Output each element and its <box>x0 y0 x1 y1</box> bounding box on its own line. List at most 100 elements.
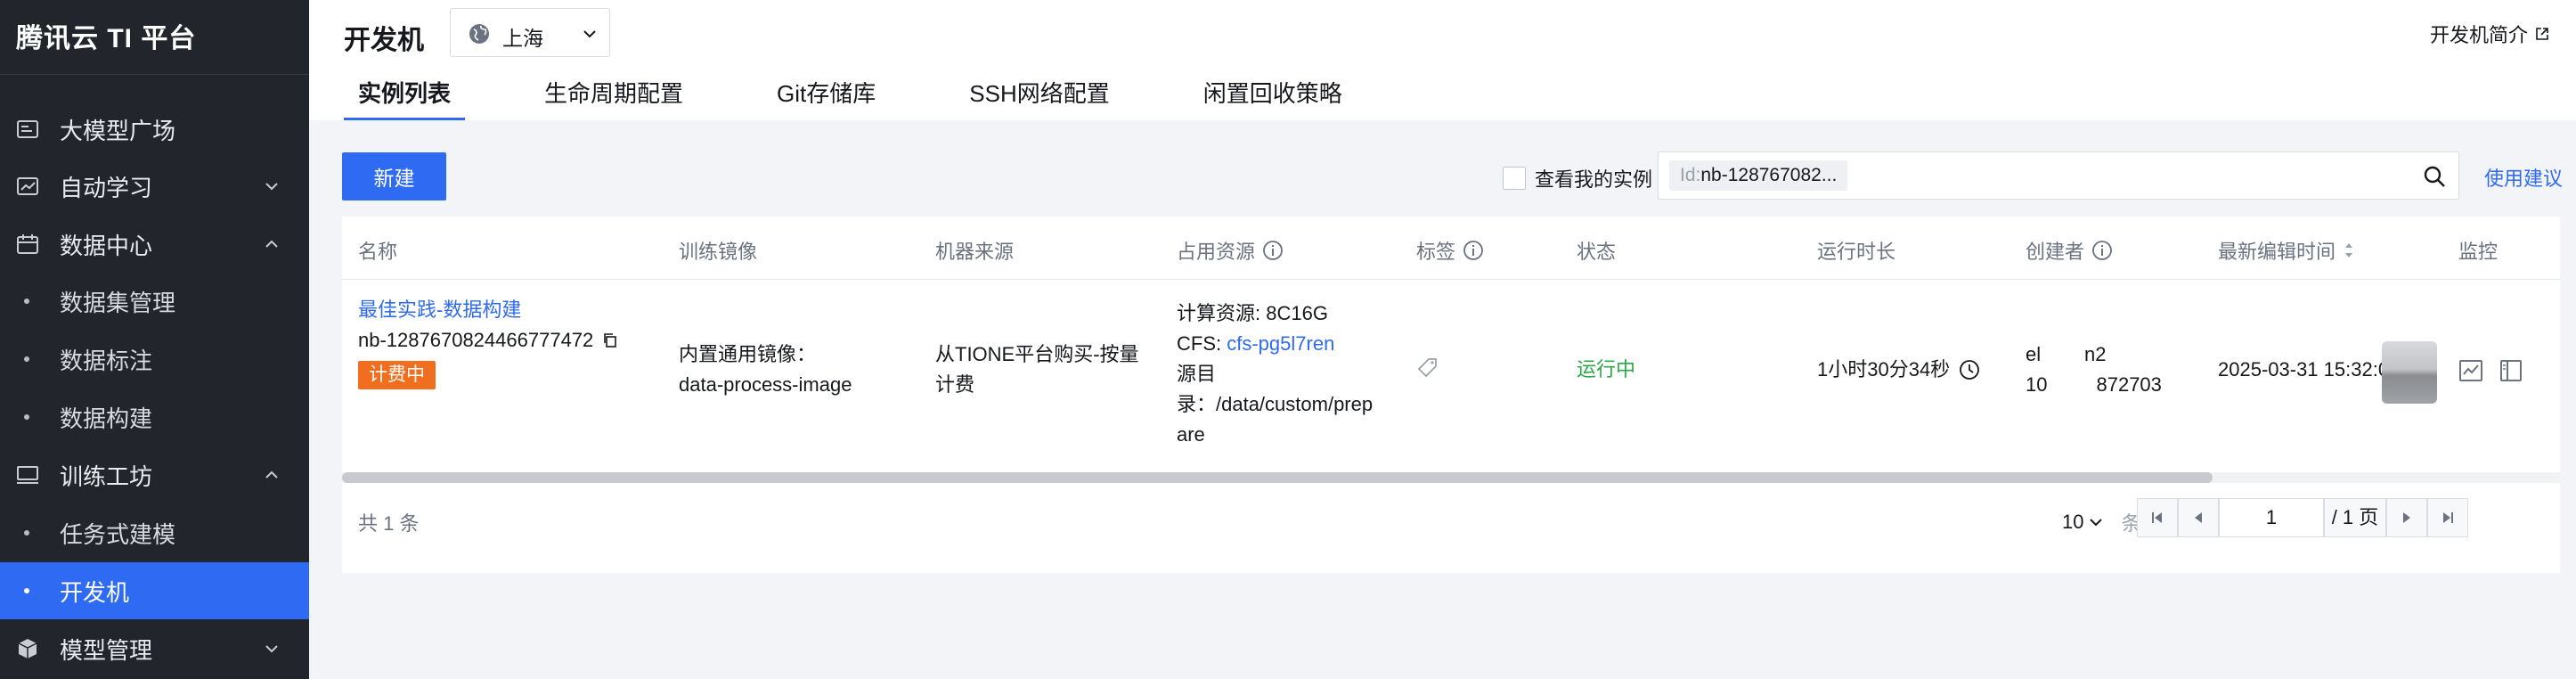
column-header-source: 机器来源 <box>935 236 1014 265</box>
column-header-last-edit[interactable]: 最新编辑时间 <box>2218 236 2355 265</box>
monitor-chart-icon[interactable] <box>2458 358 2483 383</box>
tab-lifecycle-config[interactable]: 生命周期配置 <box>530 78 697 120</box>
info-icon[interactable] <box>1262 240 1284 261</box>
tags-cell <box>1416 356 1439 389</box>
creator-line: 10 872703 <box>2026 373 2162 396</box>
chevron-up-icon <box>265 470 278 479</box>
chevron-down-icon <box>265 645 278 653</box>
sort-icon[interactable] <box>2343 241 2355 259</box>
sidebar-item-label: 训练工坊 <box>60 462 153 490</box>
cfs-link[interactable]: cfs-pg5l7ren <box>1227 332 1334 355</box>
redacted-avatar-overlay <box>2382 341 2437 404</box>
first-page-button[interactable] <box>2137 498 2178 537</box>
column-header-label: 创建者 <box>2026 241 2085 263</box>
search-input[interactable]: Id:nb-128767082... <box>1658 151 2459 200</box>
page-number-input[interactable]: 1 <box>2219 498 2324 537</box>
instance-id: nb-1287670824466777472 <box>358 329 594 351</box>
intro-link-label: 开发机简介 <box>2429 24 2528 46</box>
column-header-monitor: 监控 <box>2458 236 2498 265</box>
sidebar-item-automl[interactable]: 自动学习 <box>0 158 309 215</box>
tab-idle-recycle[interactable]: 闲置回收策略 <box>1189 78 1357 120</box>
column-header-label: 占用资源 <box>1177 241 1256 263</box>
source-line: 计费 <box>935 373 975 396</box>
table-header: 名称 训练镜像 机器来源 占用资源 标签 状态 运行时长 创建者 最新编辑时间 … <box>342 217 2560 280</box>
creator-line: el n2 <box>2026 343 2107 365</box>
intro-link[interactable]: 开发机简介 <box>2430 20 2549 48</box>
sidebar-item-label: 模型管理 <box>60 636 153 664</box>
sidebar-item-dev-machine[interactable]: 开发机 <box>0 562 309 619</box>
sidebar-item-model-square[interactable]: 大模型广场 <box>0 101 309 158</box>
bullet-dot <box>24 588 29 593</box>
image-cell: 内置通用镜像： data-process-image <box>679 340 852 400</box>
sidebar-item-label: 数据中心 <box>60 232 153 259</box>
chevron-up-icon <box>265 240 278 248</box>
next-page-button[interactable] <box>2386 498 2427 537</box>
sidebar-item-data-construction[interactable]: 数据构建 <box>0 389 309 446</box>
chart-icon <box>17 177 38 195</box>
new-button[interactable]: 新建 <box>342 152 446 200</box>
horizontal-scrollbar[interactable] <box>342 472 2560 483</box>
cfs-label: CFS: <box>1177 332 1227 355</box>
tab-ssh-network[interactable]: SSH网络配置 <box>955 78 1123 120</box>
total-pages: / 1 页 <box>2324 498 2386 537</box>
runtime-cell: 1小时30分34秒 <box>1817 355 1980 385</box>
tag-icon[interactable] <box>1416 356 1439 380</box>
column-header-name: 名称 <box>358 236 397 265</box>
usage-suggestion-link[interactable]: 使用建议 <box>2484 163 2563 192</box>
bullet-dot <box>24 299 29 304</box>
sidebar-item-label: 数据集管理 <box>60 289 176 316</box>
sidebar-item-dataset-management[interactable]: 数据集管理 <box>0 273 309 330</box>
tab-git-repo[interactable]: Git存储库 <box>762 78 890 120</box>
source-cell: 从TIONE平台购买-按量 计费 <box>935 340 1139 400</box>
scrollbar-thumb[interactable] <box>342 472 2213 483</box>
info-icon[interactable] <box>2091 240 2113 261</box>
info-icon[interactable] <box>1463 240 1484 261</box>
image-line: data-process-image <box>679 373 852 396</box>
search-filter-tag[interactable]: Id:nb-128767082... <box>1669 160 1848 191</box>
column-header-label: 最新编辑时间 <box>2218 241 2336 263</box>
external-link-icon <box>2536 28 2548 40</box>
prev-page-button[interactable] <box>2178 498 2219 537</box>
sidebar-item-label: 数据标注 <box>60 347 153 374</box>
region-select[interactable]: 上海 <box>450 8 610 57</box>
tab-instance-list[interactable]: 实例列表 <box>344 78 466 120</box>
bullet-dot <box>24 414 29 420</box>
clock-icon[interactable] <box>1959 359 1980 380</box>
table-row: 最佳实践-数据构建 nb-1287670824466777472 计费中 内置通… <box>342 280 2560 467</box>
column-header-resources: 占用资源 <box>1177 236 1284 265</box>
sidebar-item-training-workshop[interactable]: 训练工坊 <box>0 446 309 503</box>
bullet-dot <box>24 530 29 536</box>
sidebar-item-data-center[interactable]: 数据中心 <box>0 216 309 273</box>
divider <box>0 74 309 75</box>
search-tag-key: Id: <box>1680 165 1701 185</box>
source-dir-line: 录：/data/custom/prep <box>1177 393 1374 415</box>
source-dir-line: are <box>1177 423 1205 446</box>
chevron-down-icon <box>2090 519 2103 527</box>
sidebar-item-task-modeling[interactable]: 任务式建模 <box>0 504 309 561</box>
copy-icon[interactable] <box>602 332 618 348</box>
my-instances-checkbox[interactable] <box>1503 167 1526 190</box>
sidebar-item-data-annotation[interactable]: 数据标注 <box>0 331 309 388</box>
sidebar-item-label: 大模型广场 <box>60 117 176 144</box>
source-dir-line: 源目 <box>1177 363 1217 385</box>
page-title: 开发机 <box>344 26 424 55</box>
column-header-label: 标签 <box>1416 241 1456 263</box>
source-line: 从TIONE平台购买-按量 <box>935 343 1139 365</box>
brand-title: 腾讯云 TI 平台 <box>16 24 197 53</box>
search-icon[interactable] <box>2423 165 2446 188</box>
last-page-button[interactable] <box>2427 498 2468 537</box>
column-header-tags: 标签 <box>1416 236 1484 265</box>
sidebar: 腾讯云 TI 平台 大模型广场 自动学习 数据中心 数据集管理 数据标注 数据构… <box>0 0 309 679</box>
chevron-down-icon <box>265 183 278 191</box>
column-header-label: 状态 <box>1577 241 1617 263</box>
billing-badge: 计费中 <box>358 361 436 389</box>
my-instances-filter[interactable]: 查看我的实例 <box>1503 164 1652 192</box>
sidebar-item-label: 任务式建模 <box>60 520 176 548</box>
first-page-icon <box>2152 512 2162 523</box>
instance-name-link[interactable]: 最佳实践-数据构建 <box>358 295 618 325</box>
log-panel-icon[interactable] <box>2499 358 2523 383</box>
sidebar-item-model-management[interactable]: 模型管理 <box>0 620 309 677</box>
region-label: 上海 <box>502 27 543 50</box>
status-badge: 运行中 <box>1577 358 1636 380</box>
column-header-label: 运行时长 <box>1817 241 1896 263</box>
